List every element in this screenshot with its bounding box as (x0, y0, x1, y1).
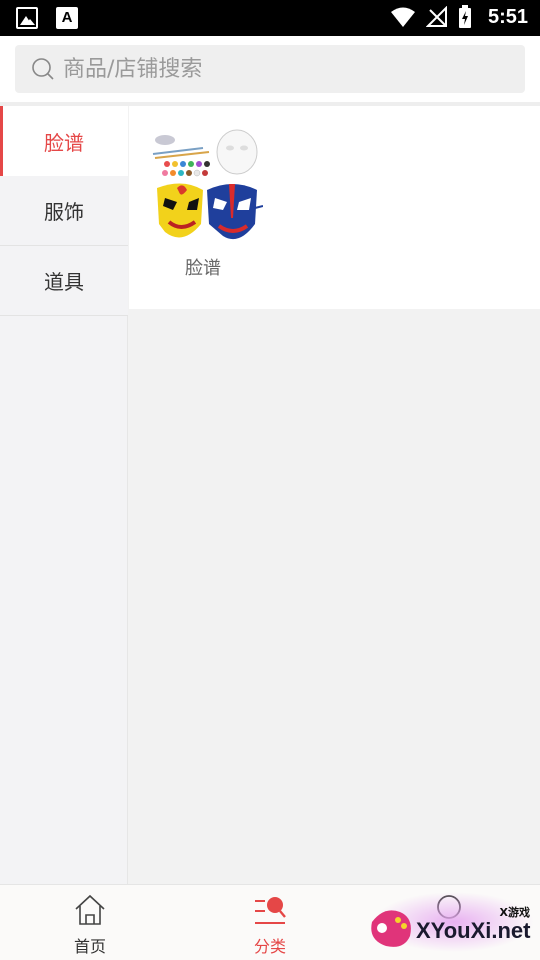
product-name: 脸谱 (185, 258, 221, 279)
watermark: X游戏 XYouXi.net (364, 892, 540, 960)
no-signal-icon (425, 6, 447, 27)
watermark-text: XYouXi.net (416, 918, 531, 943)
battery-charging-icon (458, 5, 471, 28)
category-icon (255, 897, 286, 924)
home-icon (75, 894, 105, 925)
status-bar: A 5:51 (0, 0, 540, 36)
product-image (152, 129, 264, 240)
nav-home-label: 首页 (73, 937, 106, 956)
nav-category-label: 分类 (253, 937, 286, 956)
image-icon (16, 7, 38, 29)
nav-home[interactable]: 首页 (0, 885, 180, 960)
clock: 5:51 (487, 5, 528, 28)
nav-category[interactable]: 分类 (180, 885, 360, 960)
category-content: 脸谱 (129, 106, 540, 309)
wifi-icon (390, 7, 415, 27)
search-bar (0, 36, 540, 102)
product-item[interactable]: 脸谱 (143, 128, 264, 280)
sidebar-item-lianpu[interactable]: 脸谱 (0, 106, 128, 176)
search-input[interactable] (63, 45, 503, 93)
sidebar-item-fushi[interactable]: 服饰 (0, 176, 128, 246)
category-sidebar: 脸谱 服饰 道具 (0, 106, 128, 884)
search-icon (32, 58, 54, 80)
font-icon: A (56, 7, 78, 29)
sidebar-item-daoju[interactable]: 道具 (0, 246, 128, 316)
search-box[interactable] (15, 45, 525, 93)
